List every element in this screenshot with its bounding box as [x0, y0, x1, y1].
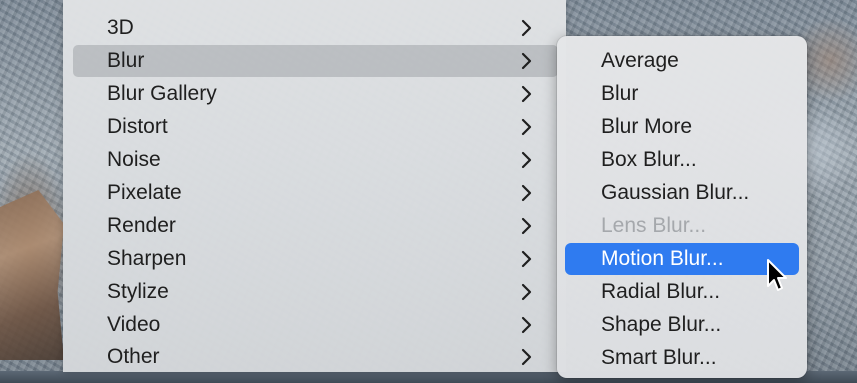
blur-submenu: Average Blur Blur More Box Blur... Gauss…	[557, 36, 807, 378]
submenu-item-smart-blur[interactable]: Smart Blur...	[565, 342, 799, 374]
menu-item-distort[interactable]: Distort	[73, 111, 558, 143]
menu-item-pixelate[interactable]: Pixelate	[73, 177, 558, 209]
chevron-right-icon	[520, 117, 534, 137]
menu-item-label: Blur Gallery	[107, 82, 217, 105]
submenu-item-label: Radial Blur...	[601, 280, 721, 303]
menu-item-blur[interactable]: Blur	[73, 45, 558, 77]
submenu-item-gaussian-blur[interactable]: Gaussian Blur...	[565, 177, 799, 209]
menu-item-label: Pixelate	[107, 181, 182, 204]
submenu-item-label: Gaussian Blur...	[601, 181, 750, 204]
chevron-right-icon	[520, 282, 534, 302]
submenu-item-label: Smart Blur...	[601, 346, 717, 369]
submenu-item-label: Motion Blur...	[601, 247, 724, 270]
menu-item-label: Sharpen	[107, 247, 187, 270]
chevron-right-icon	[520, 84, 534, 104]
chevron-right-icon	[520, 347, 534, 367]
submenu-item-blur[interactable]: Blur	[565, 78, 799, 110]
menu-item-video[interactable]: Video	[73, 309, 558, 341]
chevron-right-icon	[520, 18, 534, 38]
background-rock	[0, 190, 64, 360]
submenu-item-average[interactable]: Average	[565, 45, 799, 77]
submenu-item-blur-more[interactable]: Blur More	[565, 111, 799, 143]
submenu-item-motion-blur[interactable]: Motion Blur...	[565, 243, 799, 275]
menu-item-label: 3D	[107, 16, 134, 39]
arrow-pointer-icon	[766, 258, 790, 294]
menu-item-sharpen[interactable]: Sharpen	[73, 243, 558, 275]
submenu-item-lens-blur: Lens Blur...	[565, 210, 799, 242]
submenu-item-box-blur[interactable]: Box Blur...	[565, 144, 799, 176]
chevron-right-icon	[520, 150, 534, 170]
submenu-item-label: Lens Blur...	[601, 214, 707, 237]
menu-item-label: Blur	[107, 49, 145, 72]
submenu-item-label: Average	[601, 49, 679, 72]
chevron-right-icon	[520, 249, 534, 269]
submenu-item-label: Shape Blur...	[601, 313, 722, 336]
menu-item-label: Stylize	[107, 280, 169, 303]
menu-item-3d[interactable]: 3D	[73, 12, 558, 44]
submenu-item-shape-blur[interactable]: Shape Blur...	[565, 309, 799, 341]
menu-item-label: Render	[107, 214, 176, 237]
chevron-right-icon	[520, 183, 534, 203]
submenu-item-label: Box Blur...	[601, 148, 697, 171]
menu-item-blur-gallery[interactable]: Blur Gallery	[73, 78, 558, 110]
menu-item-noise[interactable]: Noise	[73, 144, 558, 176]
photo-background: 3D Blur Blur Gallery Distort Noise Pixel…	[0, 0, 857, 383]
chevron-right-icon	[520, 216, 534, 236]
submenu-item-label: Blur	[601, 82, 639, 105]
menu-item-label: Video	[107, 313, 161, 336]
chevron-right-icon	[520, 315, 534, 335]
submenu-item-label: Blur More	[601, 115, 693, 138]
menu-item-stylize[interactable]: Stylize	[73, 276, 558, 308]
menu-item-other[interactable]: Other	[73, 341, 558, 373]
submenu-item-radial-blur[interactable]: Radial Blur...	[565, 276, 799, 308]
menu-item-render[interactable]: Render	[73, 210, 558, 242]
menu-item-label: Other	[107, 345, 160, 368]
menu-item-label: Distort	[107, 115, 168, 138]
filter-menu: 3D Blur Blur Gallery Distort Noise Pixel…	[63, 0, 566, 372]
chevron-right-icon	[520, 51, 534, 71]
menu-item-label: Noise	[107, 148, 161, 171]
